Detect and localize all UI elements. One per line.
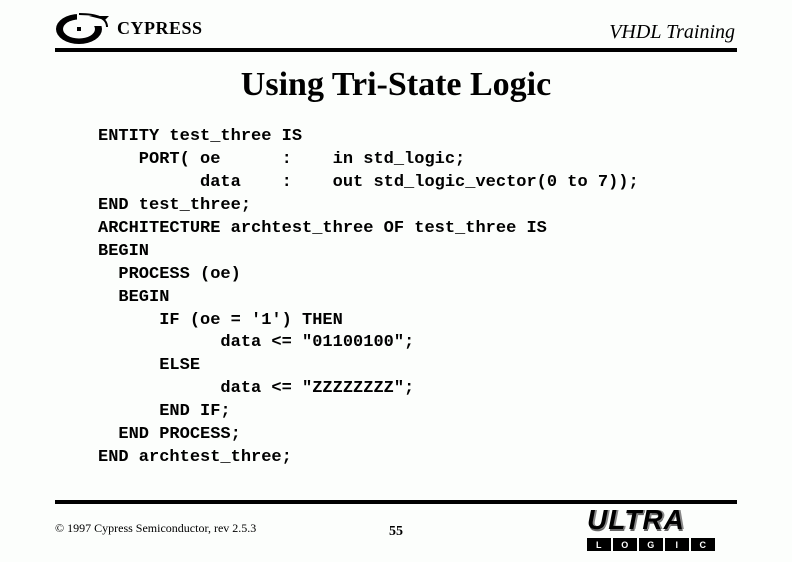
code-line: END test_three;: [98, 196, 251, 215]
ultra-sublabel: L O G I C: [587, 538, 737, 551]
brand-name: CYPRESS: [117, 18, 203, 41]
copyright: © 1997 Cypress Semiconductor, rev 2.5.3: [55, 521, 256, 536]
ultra-logo: ULTRA L O G I C: [587, 504, 737, 548]
footer-row: © 1997 Cypress Semiconductor, rev 2.5.3 …: [55, 508, 737, 548]
code-line: PROCESS (oe): [98, 265, 241, 284]
code-line: PORT( oe : in std_logic;: [98, 150, 465, 169]
ultra-sub-letter: I: [665, 538, 689, 551]
code-line: BEGIN: [98, 288, 169, 307]
cypress-icon: [55, 12, 111, 46]
ultra-sub-letter: G: [639, 538, 663, 551]
code-line: END PROCESS;: [98, 425, 241, 444]
code-line: ENTITY test_three IS: [98, 127, 302, 146]
page-number: 55: [389, 524, 403, 540]
header-divider: [55, 48, 737, 52]
code-line: BEGIN: [98, 242, 149, 261]
ultra-wordmark: ULTRA: [587, 504, 737, 536]
footer: © 1997 Cypress Semiconductor, rev 2.5.3 …: [0, 500, 792, 562]
code-line: ARCHITECTURE archtest_three OF test_thre…: [98, 219, 547, 238]
ultra-sub-letter: C: [691, 538, 715, 551]
code-line: ELSE: [98, 356, 200, 375]
slide-title: Using Tri-State Logic: [0, 66, 792, 104]
code-line: data : out std_logic_vector(0 to 7));: [98, 173, 639, 192]
code-line: data <= "01100100";: [98, 333, 414, 352]
code-line: END archtest_three;: [98, 448, 292, 467]
ultra-sub-letter: L: [587, 538, 611, 551]
code-line: END IF;: [98, 402, 231, 421]
brand-logo: CYPRESS: [55, 12, 203, 46]
code-line: data <= "ZZZZZZZZ";: [98, 379, 414, 398]
course-title: VHDL Training: [609, 21, 737, 46]
ultra-sub-letter: O: [613, 538, 637, 551]
code-line: IF (oe = '1') THEN: [98, 311, 343, 330]
header: CYPRESS VHDL Training: [0, 0, 792, 46]
code-block: ENTITY test_three IS PORT( oe : in std_l…: [98, 126, 792, 470]
